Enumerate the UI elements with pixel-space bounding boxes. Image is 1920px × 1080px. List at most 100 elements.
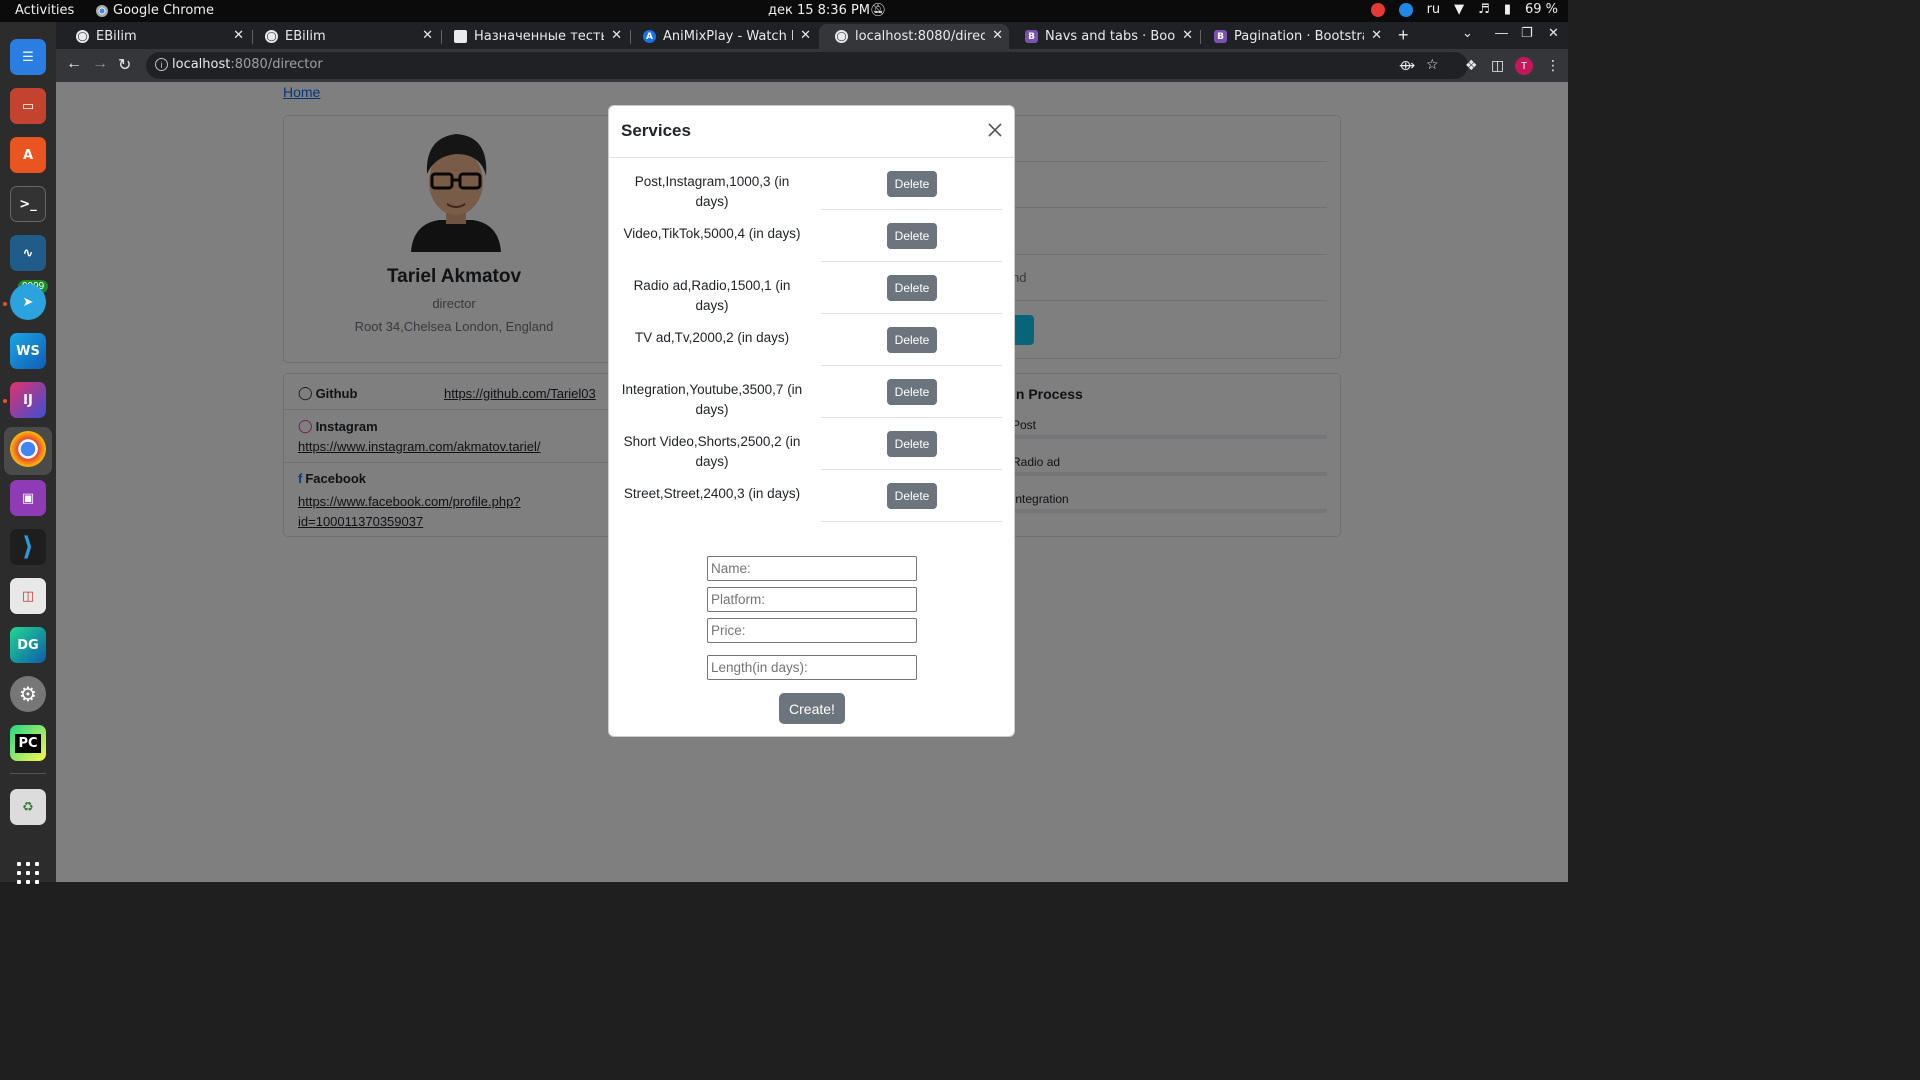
services-modal: Services Post,Instagram,1000,3 (in days) … xyxy=(608,105,1015,737)
tab-bootstrap-pagination[interactable]: B Pagination · Bootstrap ✕ xyxy=(1198,24,1388,49)
service-row: Integration,Youtube,3500,7 (in days) Dele… xyxy=(609,366,1014,418)
battery-level: 69 % xyxy=(1524,2,1558,17)
pycharm-icon[interactable]: PC xyxy=(10,725,46,761)
share-icon[interactable]: ⟴ xyxy=(1399,57,1415,74)
tab-localhost-director[interactable]: ◯localhost:8080/director✕ xyxy=(819,24,1009,49)
page-viewport: Home Tariel Akmatov director Root 34,Che… xyxy=(56,82,1568,882)
reload-icon[interactable]: ↻ xyxy=(118,55,131,75)
tab-bootstrap-navs[interactable]: BNavs and tabs · Bootstra✕ xyxy=(1009,24,1199,49)
service-text: Integration,Youtube,3500,7 (in days) xyxy=(621,382,803,417)
globe-icon: ◯ xyxy=(265,30,278,43)
price-input[interactable] xyxy=(707,618,917,643)
volume-icon: ♬ xyxy=(1478,2,1490,17)
close-tab-icon[interactable]: ✕ xyxy=(800,28,811,43)
delete-service-button[interactable]: Delete xyxy=(887,223,937,249)
running-indicator xyxy=(3,399,7,403)
webstorm-icon[interactable]: WS xyxy=(10,333,46,369)
activities-button[interactable]: Activities xyxy=(15,3,74,18)
site-info-icon[interactable]: i xyxy=(155,58,168,71)
url-text[interactable]: localhost:8080/director xyxy=(172,57,323,72)
service-row: Short Video,Shorts,2500,2 (in days) Delet… xyxy=(609,418,1014,470)
length-input[interactable] xyxy=(707,655,917,680)
create-service-button[interactable]: Create! xyxy=(779,693,845,724)
delete-service-button[interactable]: Delete xyxy=(887,431,937,457)
wifi-icon: ▼ xyxy=(1454,2,1465,17)
database-icon[interactable]: ▣ xyxy=(10,480,46,516)
mysql-workbench-icon[interactable]: ∿ xyxy=(10,235,46,271)
tab-ebilim-1[interactable]: ◯ EBilim ✕ xyxy=(60,24,250,49)
service-text: Post,Instagram,1000,3 (in days) xyxy=(634,174,790,209)
keyboard-layout[interactable]: ru xyxy=(1427,2,1441,17)
close-tab-icon[interactable]: ✕ xyxy=(611,28,622,43)
new-tab-icon[interactable]: + xyxy=(1398,25,1409,46)
close-tab-icon[interactable]: ✕ xyxy=(1182,28,1193,43)
restore-icon[interactable]: ❐ xyxy=(1521,25,1533,41)
row-divider xyxy=(821,521,1002,522)
menu-icon[interactable]: ⋮ xyxy=(1546,57,1560,74)
vscode-icon[interactable]: ⟩ xyxy=(10,529,46,565)
close-tab-icon[interactable]: ✕ xyxy=(1371,28,1382,43)
notifications-off-icon: 🔕︎ xyxy=(870,3,887,18)
tab-assigned-tests[interactable]: Назначенные тесты - Te✕ xyxy=(438,24,628,49)
close-tab-icon[interactable]: ✕ xyxy=(992,28,1003,43)
battery-icon: ▮ xyxy=(1503,2,1511,17)
datagrip-icon[interactable]: DG xyxy=(10,627,46,663)
delete-service-button[interactable]: Delete xyxy=(887,171,937,197)
tab-ebilim-2[interactable]: ◯ EBilim ✕ xyxy=(249,24,439,49)
animix-icon: A xyxy=(643,30,656,43)
intellij-icon[interactable]: IJ xyxy=(10,382,46,418)
tray-app-icon[interactable] xyxy=(1370,2,1385,17)
bootstrap-icon: B xyxy=(1025,30,1038,43)
chrome-icon[interactable] xyxy=(10,431,46,467)
chrome-icon xyxy=(96,4,108,17)
terminal-icon[interactable]: >_ xyxy=(10,186,46,222)
dock: ☰ ▭ A >_ ∿ 9999 ➤ WS IJ ▣ ⟩ ◫ DG ⚙ PC ♻ xyxy=(0,22,56,884)
delete-service-button[interactable]: Delete xyxy=(887,379,937,405)
delete-service-button[interactable]: Delete xyxy=(887,483,937,509)
close-tab-icon[interactable]: ✕ xyxy=(422,28,433,43)
forward-icon[interactable]: → xyxy=(92,55,108,73)
platform-input[interactable] xyxy=(707,587,917,612)
bootstrap-icon: B xyxy=(1214,30,1227,43)
service-text: Street,Street,2400,3 (in days) xyxy=(623,486,801,501)
clock[interactable]: дек 15 8:36 PM xyxy=(768,3,870,18)
service-text: Video,TikTok,5000,4 (in days) xyxy=(623,226,801,241)
browser-toolbar: ← → ↻ i localhost:8080/director ⟴ ☆ ❖ ◫ … xyxy=(56,49,1568,82)
profile-avatar[interactable]: T xyxy=(1515,57,1533,75)
minimize-icon[interactable]: — xyxy=(1495,25,1508,40)
app-menu[interactable]: Google Chrome xyxy=(96,3,214,18)
running-indicator xyxy=(3,302,7,306)
name-input[interactable] xyxy=(707,556,917,581)
settings-icon[interactable]: ⚙ xyxy=(10,676,46,712)
dock-separator xyxy=(10,773,46,774)
service-row: TV ad,Tv,2000,2 (in days) Delete xyxy=(609,314,1014,366)
bookmark-star-icon[interactable]: ☆ xyxy=(1426,56,1439,73)
service-text: Short Video,Shorts,2500,2 (in days) xyxy=(623,434,801,469)
telegram-icon[interactable]: ➤ xyxy=(10,284,46,320)
service-text: Radio ad,Radio,1500,1 (in days) xyxy=(633,278,791,313)
delete-service-button[interactable]: Delete xyxy=(887,275,937,301)
browser-tab-strip: ◯EBilim✕ ◯EBilim✕ Назначенные тесты - Te… xyxy=(56,22,1568,49)
document-viewer-icon[interactable]: ◫ xyxy=(10,578,46,614)
globe-icon: ◯ xyxy=(835,30,848,43)
files-icon[interactable]: ▭ xyxy=(10,88,46,124)
close-window-icon[interactable]: ✕ xyxy=(1548,25,1559,41)
text-editor-icon[interactable]: ☰ xyxy=(10,39,46,75)
tab-search-icon[interactable]: ⌄ xyxy=(1462,25,1473,41)
system-top-bar: Activities Google Chrome дек 15 8:36 PM … xyxy=(0,0,1568,22)
side-panel-icon[interactable]: ◫ xyxy=(1491,57,1504,74)
delete-service-button[interactable]: Delete xyxy=(887,327,937,353)
trash-icon[interactable]: ♻ xyxy=(10,789,46,825)
close-tab-icon[interactable]: ✕ xyxy=(233,28,244,43)
close-icon[interactable] xyxy=(987,122,1003,138)
system-tray[interactable]: ru ▼ ♬ ▮ 69 % xyxy=(1370,2,1558,17)
address-bar[interactable]: i localhost:8080/director ⟴ ☆ xyxy=(146,52,1468,79)
show-apps-icon[interactable] xyxy=(17,862,39,884)
globe-icon: ◯ xyxy=(76,30,89,43)
app-center-icon[interactable]: A xyxy=(10,137,46,173)
tray-chrome-icon[interactable] xyxy=(1398,2,1413,17)
tab-animixplay[interactable]: AAniMixPlay - Watch HD A✕ xyxy=(627,24,817,49)
back-icon[interactable]: ← xyxy=(66,55,82,73)
modal-header: Services xyxy=(609,106,1014,158)
extensions-icon[interactable]: ❖ xyxy=(1465,57,1478,74)
